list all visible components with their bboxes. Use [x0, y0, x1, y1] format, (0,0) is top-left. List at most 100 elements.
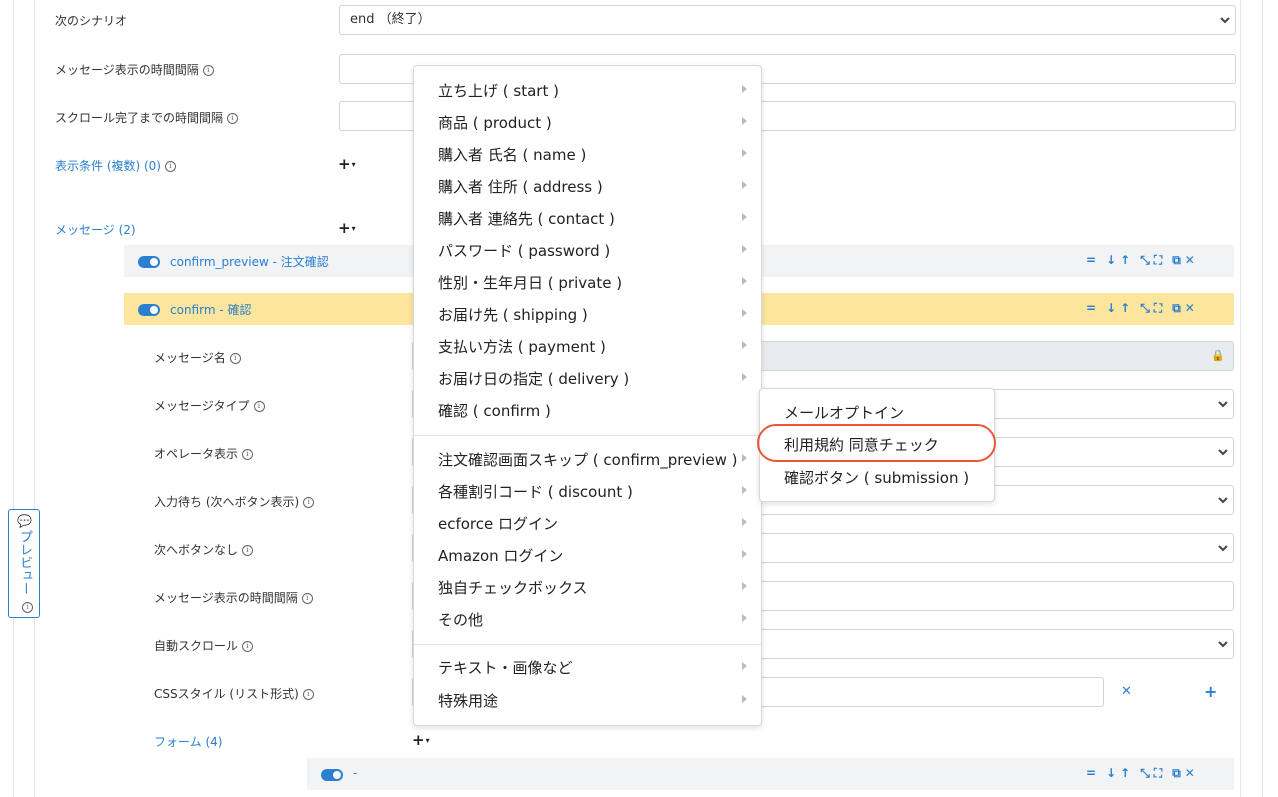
preview-tab-label: プレビュー [17, 530, 32, 595]
submenu-arrow-icon [742, 454, 747, 462]
chevron-down-icon [1219, 14, 1231, 26]
submenu-arrow-icon [742, 373, 747, 381]
submenu-arrow-icon [742, 85, 747, 93]
move-down-icon[interactable]: ↓ [1106, 766, 1116, 780]
delete-icon[interactable]: ✕ [1185, 301, 1195, 315]
display-conditions-link[interactable]: 表示条件 (複数) (0) i [55, 157, 176, 174]
no-next-label: 次へボタンなし i [154, 541, 254, 558]
menu-item-payment[interactable]: 支払い方法 ( payment ) [438, 336, 606, 357]
next-scenario-label: 次のシナリオ [55, 14, 128, 28]
menu-item-other[interactable]: その他 [438, 609, 483, 630]
menu-item-private[interactable]: 性別・生年月日 ( private ) [438, 272, 622, 293]
copy-icon[interactable]: ⧉ [1172, 253, 1181, 268]
form-row[interactable]: - = ↓ ↑ ⤡ ⛶ ⧉ ✕ [307, 758, 1234, 790]
menu-item-name[interactable]: 購入者 氏名 ( name ) [438, 144, 586, 165]
chevron-down-icon [1217, 398, 1229, 410]
auto-scroll-label: 自動スクロール i [154, 637, 254, 654]
menu-item-confirm[interactable]: 確認 ( confirm ) [438, 400, 551, 421]
message-name-label: メッセージ名 i [154, 349, 241, 366]
next-scenario-select[interactable]: end （終了） [339, 5, 1236, 35]
collapse-icon[interactable]: ⤡ [1140, 766, 1150, 781]
move-up-icon[interactable]: ↑ [1120, 766, 1130, 780]
menu-item-start[interactable]: 立ち上げ ( start ) [438, 80, 559, 101]
preview-tab[interactable]: 💬 プレビュー i [8, 509, 40, 618]
toggle-switch[interactable] [138, 256, 160, 268]
copy-icon[interactable]: ⧉ [1172, 301, 1181, 316]
menu-item-custom-checkbox[interactable]: 独自チェックボックス [438, 577, 588, 598]
menu-item-delivery[interactable]: お届け日の指定 ( delivery ) [438, 368, 629, 389]
menu-item-text-image[interactable]: テキスト・画像など [438, 657, 573, 678]
page-border-left [13, 0, 14, 797]
info-icon: i [242, 641, 254, 652]
menu-item-discount[interactable]: 各種割引コード ( discount ) [438, 481, 633, 502]
menu-divider [414, 435, 761, 436]
messages-link[interactable]: メッセージ (2) [55, 221, 136, 238]
chevron-down-icon [1217, 542, 1229, 554]
copy-icon[interactable]: ⧉ [1172, 766, 1181, 781]
submenu-arrow-icon [742, 550, 747, 558]
menu-divider [414, 644, 761, 645]
submenu-arrow-icon [742, 582, 747, 590]
submenu-arrow-icon [742, 695, 747, 703]
toggle-switch[interactable] [321, 769, 343, 781]
delete-icon[interactable]: ✕ [1185, 766, 1195, 780]
submenu-item-submission[interactable]: 確認ボタン ( submission ) [784, 467, 969, 488]
move-up-icon[interactable]: ↑ [1120, 301, 1130, 315]
expand-icon[interactable]: ⛶ [1154, 766, 1162, 781]
submenu-arrow-icon [742, 486, 747, 494]
message-type-label: メッセージタイプ i [154, 397, 265, 414]
submenu-arrow-icon [742, 117, 747, 125]
message-row-label: confirm - 確認 [170, 303, 252, 317]
submenu-arrow-icon [742, 245, 747, 253]
submenu-arrow-icon [742, 341, 747, 349]
delete-icon[interactable]: ✕ [1185, 253, 1195, 267]
submenu-item-mail-optin[interactable]: メールオプトイン [784, 402, 904, 423]
add-condition-button[interactable]: +▾ [338, 155, 356, 173]
menu-item-product[interactable]: 商品 ( product ) [438, 112, 552, 133]
collapse-icon[interactable]: ⤡ [1140, 301, 1150, 316]
submenu-arrow-icon [742, 277, 747, 285]
move-up-icon[interactable]: ↑ [1120, 253, 1130, 267]
input-wait-label: 入力待ち (次へボタン表示) i [154, 493, 315, 510]
reorder-icon[interactable]: = [1086, 301, 1096, 315]
panel-border-right [1240, 0, 1241, 797]
form-link[interactable]: フォーム (4) [154, 733, 222, 750]
menu-item-amazon-login[interactable]: Amazon ログイン [438, 545, 563, 566]
menu-item-shipping[interactable]: お届け先 ( shipping ) [438, 304, 588, 325]
panel-border-left [34, 0, 35, 797]
info-icon: i [202, 65, 214, 76]
form-row-tools: = ↓ ↑ ⤡ ⛶ ⧉ ✕ [1086, 766, 1199, 781]
operator-label: オペレータ表示 i [154, 445, 254, 462]
toggle-switch[interactable] [138, 304, 160, 316]
chevron-down-icon [1217, 638, 1229, 650]
move-down-icon[interactable]: ↓ [1106, 253, 1116, 267]
menu-item-special[interactable]: 特殊用途 [438, 690, 498, 711]
add-message-button[interactable]: +▾ [338, 219, 356, 237]
expand-icon[interactable]: ⛶ [1154, 301, 1162, 316]
css-label: CSSスタイル (リスト形式) i [154, 685, 314, 702]
submenu-arrow-icon [742, 149, 747, 157]
move-down-icon[interactable]: ↓ [1106, 301, 1116, 315]
menu-item-address[interactable]: 購入者 住所 ( address ) [438, 176, 603, 197]
menu-item-contact[interactable]: 購入者 連絡先 ( contact ) [438, 208, 615, 229]
menu-item-password[interactable]: パスワード ( password ) [438, 240, 610, 261]
clear-css-icon[interactable]: ✕ [1121, 684, 1132, 699]
info-icon: i [229, 353, 241, 364]
add-message-dropdown-menu: 立ち上げ ( start ) 商品 ( product ) 購入者 氏名 ( n… [413, 65, 762, 726]
info-icon: i [302, 689, 314, 700]
page-border-right [1262, 0, 1263, 797]
add-form-button[interactable]: +▾ [412, 731, 430, 749]
add-css-icon[interactable]: + [1204, 682, 1217, 701]
reorder-icon[interactable]: = [1086, 253, 1096, 267]
msg-interval-label: メッセージ表示の時間間隔 i [55, 61, 214, 78]
menu-item-confirm-preview[interactable]: 注文確認画面スキップ ( confirm_preview ) [438, 449, 738, 470]
collapse-icon[interactable]: ⤡ [1140, 253, 1150, 268]
info-icon: i [253, 401, 265, 412]
chat-bubble-icon: 💬 [17, 514, 32, 528]
info-icon: i [301, 593, 313, 604]
menu-item-ecforce-login[interactable]: ecforce ログイン [438, 513, 558, 534]
submenu-arrow-icon [742, 213, 747, 221]
expand-icon[interactable]: ⛶ [1154, 253, 1162, 268]
reorder-icon[interactable]: = [1086, 766, 1096, 780]
info-icon: i [242, 545, 254, 556]
